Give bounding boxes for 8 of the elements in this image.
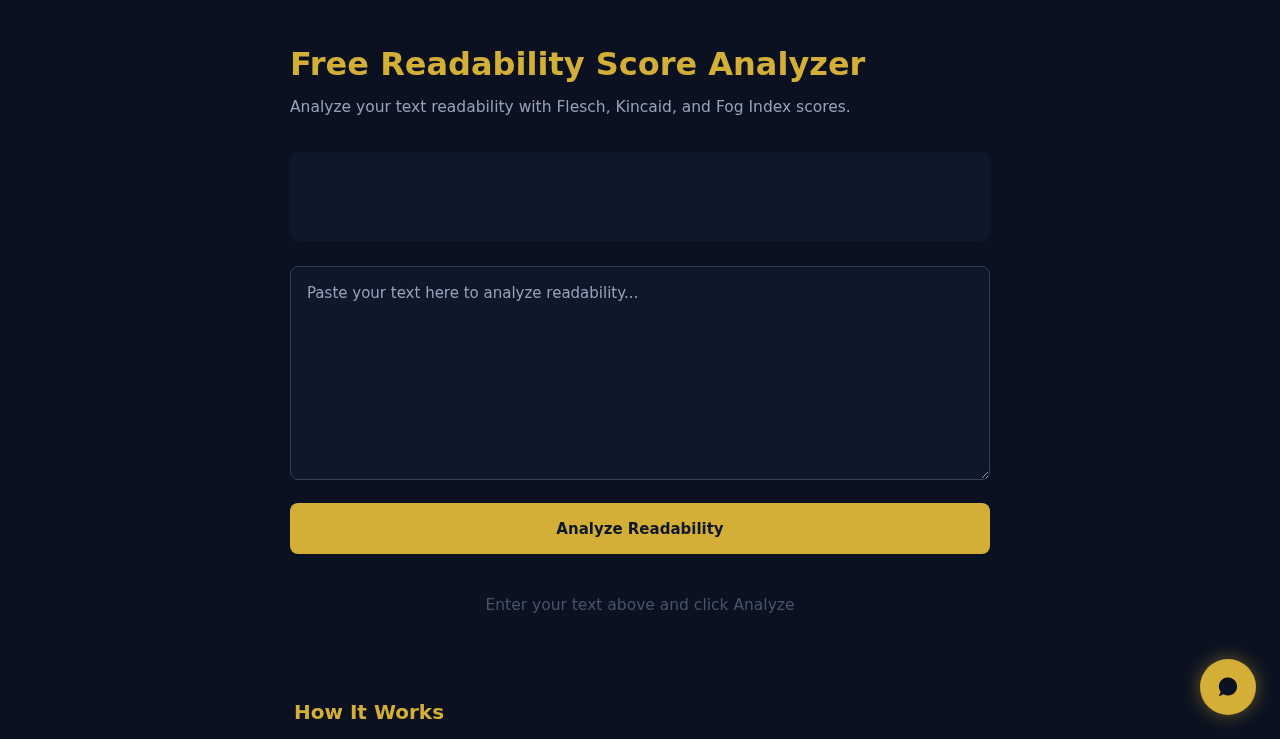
chat-bubble-icon	[1217, 676, 1239, 698]
page-subtitle: Analyze your text readability with Flesch, Kincaid, and Fog Index scores.	[290, 97, 852, 119]
chat-button[interactable]	[1200, 659, 1256, 715]
status-message: Enter your text above and click Analyze	[484, 595, 796, 617]
analyze-button[interactable]: Analyze Readability	[290, 503, 990, 555]
section-heading: How It Works	[293, 700, 446, 725]
text-input-field[interactable]: Paste your text here to analyze readability...	[290, 266, 990, 481]
page-title: Free Readability Score Analyzer	[290, 45, 867, 84]
